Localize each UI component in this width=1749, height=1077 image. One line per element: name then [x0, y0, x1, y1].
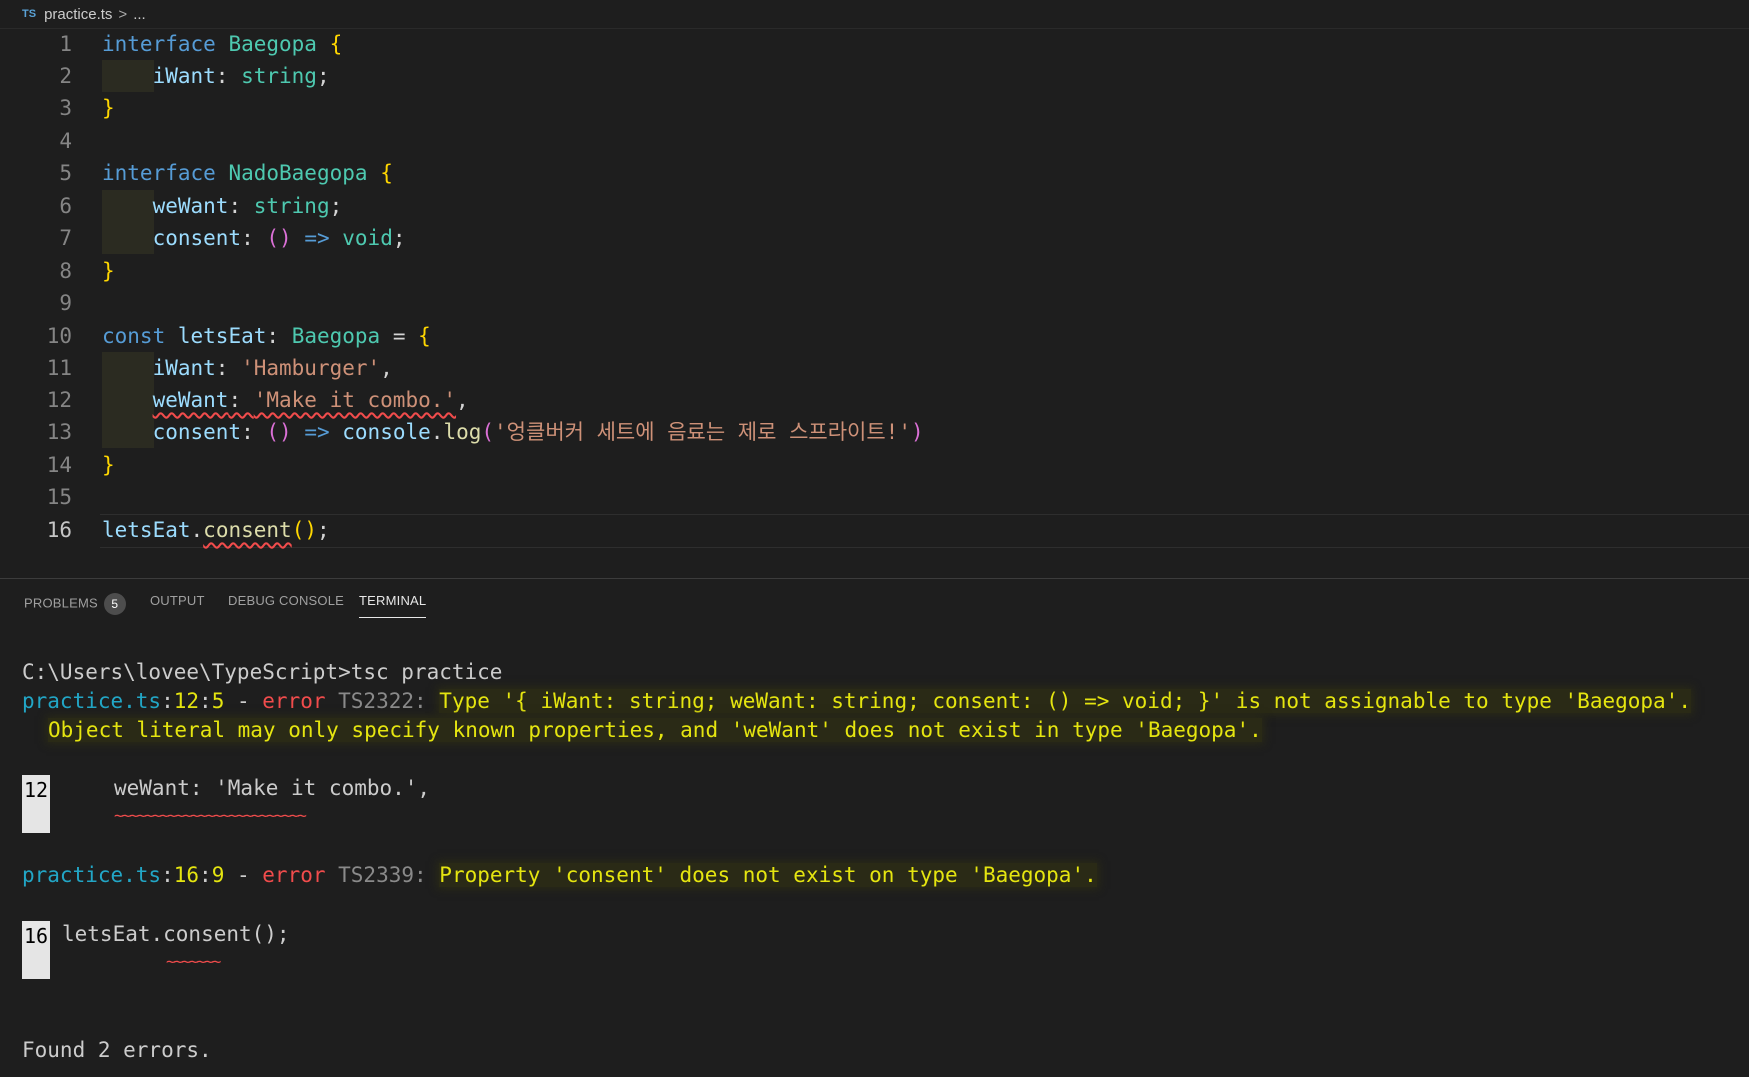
code-line-11[interactable]: iWant: 'Hamburger',: [102, 352, 393, 384]
line-number: 12: [46, 388, 72, 412]
code-line-7[interactable]: consent: () => void;: [102, 222, 406, 254]
active-tab-underline: [359, 617, 427, 618]
breadcrumb-file[interactable]: practice.ts: [44, 6, 112, 23]
code-line-3[interactable]: }: [102, 92, 115, 124]
line-number: 13: [46, 420, 72, 444]
line-number: 11: [46, 356, 72, 380]
code-line-6[interactable]: weWant: string;: [102, 190, 343, 222]
line-number-active: 16: [46, 518, 72, 542]
code-line-12[interactable]: weWant: 'Make it combo.',: [102, 384, 469, 416]
code-line-2[interactable]: iWant: string;: [102, 60, 330, 92]
line-number: 15: [46, 485, 72, 509]
tab-output[interactable]: OUTPUT: [150, 593, 205, 608]
code-line-13[interactable]: consent: () => console.log('엉클버커 세트에 음료는…: [102, 416, 924, 448]
breadcrumb-symbol[interactable]: ...: [133, 6, 146, 23]
chevron-right-icon: >: [118, 5, 128, 23]
snippet-code: weWant: 'Make it combo.',: [114, 776, 431, 800]
current-line-highlight: [100, 514, 1749, 548]
problems-count-badge: 5: [103, 593, 126, 615]
line-number: 2: [59, 64, 72, 88]
line-number: 1: [59, 32, 72, 56]
line-number: 6: [59, 194, 72, 218]
line-number: 7: [59, 226, 72, 250]
terminal[interactable]: C:\Users\lovee\TypeScript>tsc practice p…: [0, 623, 1749, 1077]
error-line-1-detail: Object literal may only specify known pr…: [48, 718, 1262, 742]
code-line-1[interactable]: interface Baegopa {: [102, 28, 342, 60]
code-line-8[interactable]: }: [102, 255, 115, 287]
snippet-code: letsEat.consent();: [62, 922, 290, 946]
code-line-16[interactable]: letsEat.consent();: [102, 514, 330, 546]
panel-tabs: PROBLEMS 5 OUTPUT DEBUG CONSOLE TERMINAL: [0, 579, 1749, 623]
breadcrumb: TS practice.ts > ...: [0, 0, 1749, 29]
line-number: 3: [59, 96, 72, 120]
error-tilde-underline: ~~~~~~~~~~~~~~~~~~~~~~~~~: [114, 806, 307, 825]
tab-debug-console[interactable]: DEBUG CONSOLE: [228, 593, 344, 608]
code-line-10[interactable]: const letsEat: Baegopa = {: [102, 320, 431, 352]
error-line-1: practice.ts:12:5 - error TS2322: Type '{…: [22, 689, 1691, 713]
tab-terminal[interactable]: TERMINAL: [359, 593, 427, 618]
snippet-line-number: 16: [22, 921, 50, 979]
line-number: 14: [46, 453, 72, 477]
error-line-2: practice.ts:16:9 - error TS2339: Propert…: [22, 863, 1097, 887]
code-editor[interactable]: 1 2 3 4 5 6 7 8 9 10 11 12 13 14 15 16 i…: [0, 28, 1749, 578]
line-number: 5: [59, 161, 72, 185]
line-number: 10: [46, 324, 72, 348]
code-line-14[interactable]: }: [102, 449, 115, 481]
line-number: 4: [59, 129, 72, 153]
line-number: 9: [59, 291, 72, 315]
snippet-line-number: 12: [22, 775, 50, 833]
code-line-5[interactable]: interface NadoBaegopa {: [102, 157, 393, 189]
error-tilde-underline: ~~~~~~~: [166, 952, 221, 971]
tab-problems[interactable]: PROBLEMS 5: [24, 593, 126, 615]
terminal-prompt: C:\Users\lovee\TypeScript>tsc practice: [22, 660, 503, 684]
line-number: 8: [59, 259, 72, 283]
terminal-summary: Found 2 errors.: [22, 1038, 212, 1062]
typescript-file-icon: TS: [22, 8, 37, 20]
